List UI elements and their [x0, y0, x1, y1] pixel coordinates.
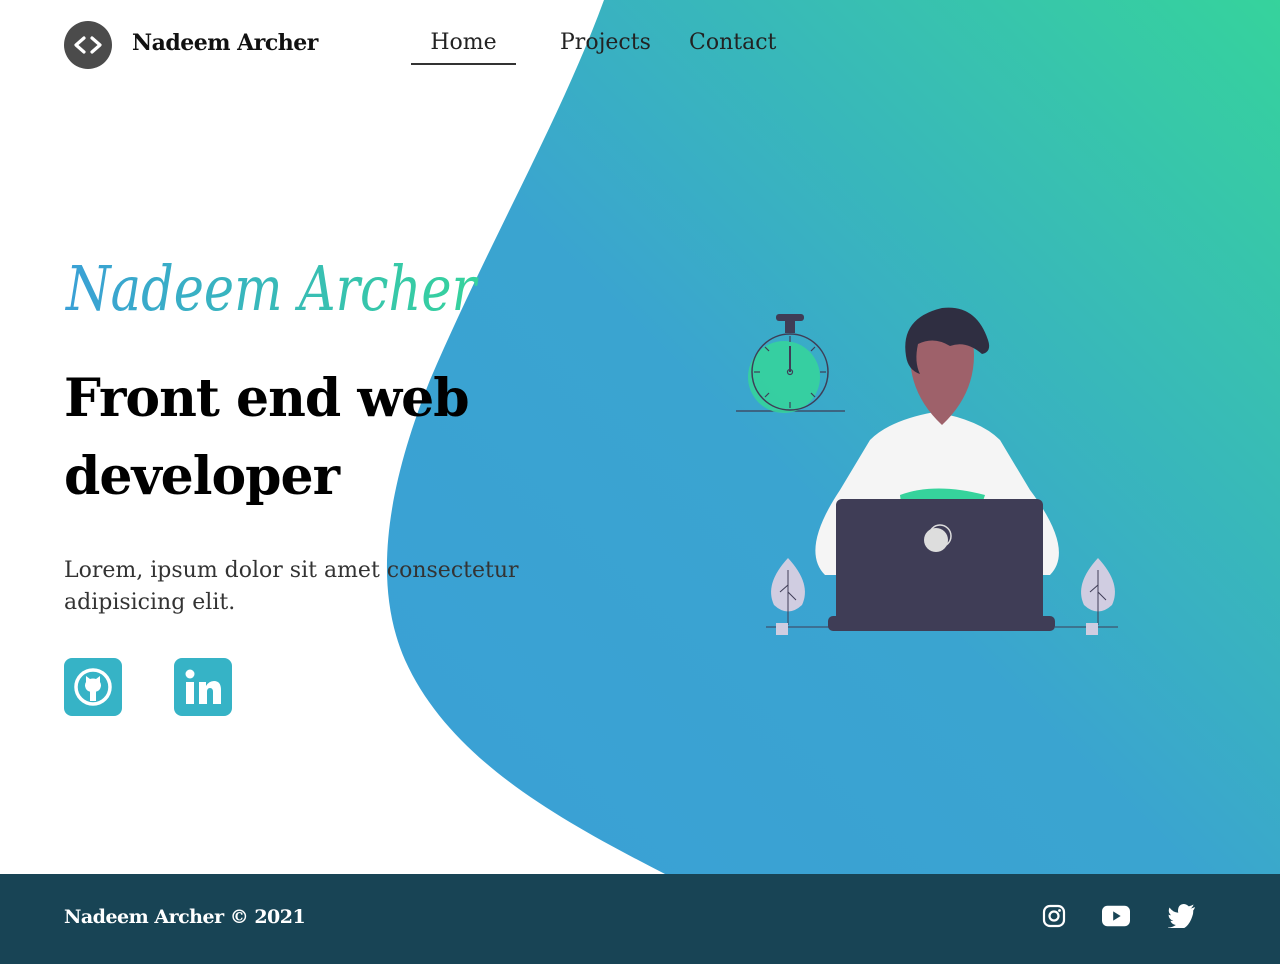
- nav-projects[interactable]: Projects: [560, 30, 651, 55]
- code-brackets-icon: [74, 36, 102, 54]
- headline-line1: Front end web: [64, 368, 470, 429]
- twitter-link[interactable]: [1168, 902, 1196, 930]
- headline-line2: developer: [64, 446, 340, 507]
- developer-illustration: [736, 307, 1118, 635]
- instagram-link[interactable]: [1040, 902, 1068, 930]
- youtube-link[interactable]: [1102, 902, 1130, 930]
- github-link[interactable]: [64, 658, 122, 716]
- brand-name[interactable]: Nadeem Archer: [132, 30, 318, 56]
- plant-right-icon: [1055, 558, 1118, 635]
- script-name-heading: Nadeem Archer: [64, 252, 478, 325]
- twitter-icon: [1168, 904, 1195, 928]
- youtube-icon: [1102, 905, 1130, 927]
- stopwatch-icon: [736, 314, 845, 413]
- github-icon: [74, 668, 112, 706]
- hero-description: Lorem, ipsum dolor sit amet consectetur …: [64, 558, 519, 615]
- logo[interactable]: [64, 21, 112, 69]
- hero-headline: Front end web developer: [64, 360, 544, 516]
- copyright-text: Nadeem Archer © 2021: [64, 906, 306, 928]
- script-name-text: Nadeem Archer: [64, 252, 478, 325]
- linkedin-link[interactable]: [174, 658, 232, 716]
- hero-section: Nadeem Archer Front end web developer Lo…: [0, 0, 1280, 874]
- plant-left-icon: [766, 558, 830, 635]
- laptop-icon: [828, 499, 1055, 631]
- nav-home[interactable]: Home: [411, 30, 516, 65]
- site-header: Nadeem Archer Home Projects Contact: [0, 0, 1280, 90]
- linkedin-icon: [185, 669, 221, 704]
- instagram-icon: [1042, 904, 1066, 928]
- site-footer: Nadeem Archer © 2021: [0, 874, 1280, 964]
- nav-contact[interactable]: Contact: [689, 30, 776, 55]
